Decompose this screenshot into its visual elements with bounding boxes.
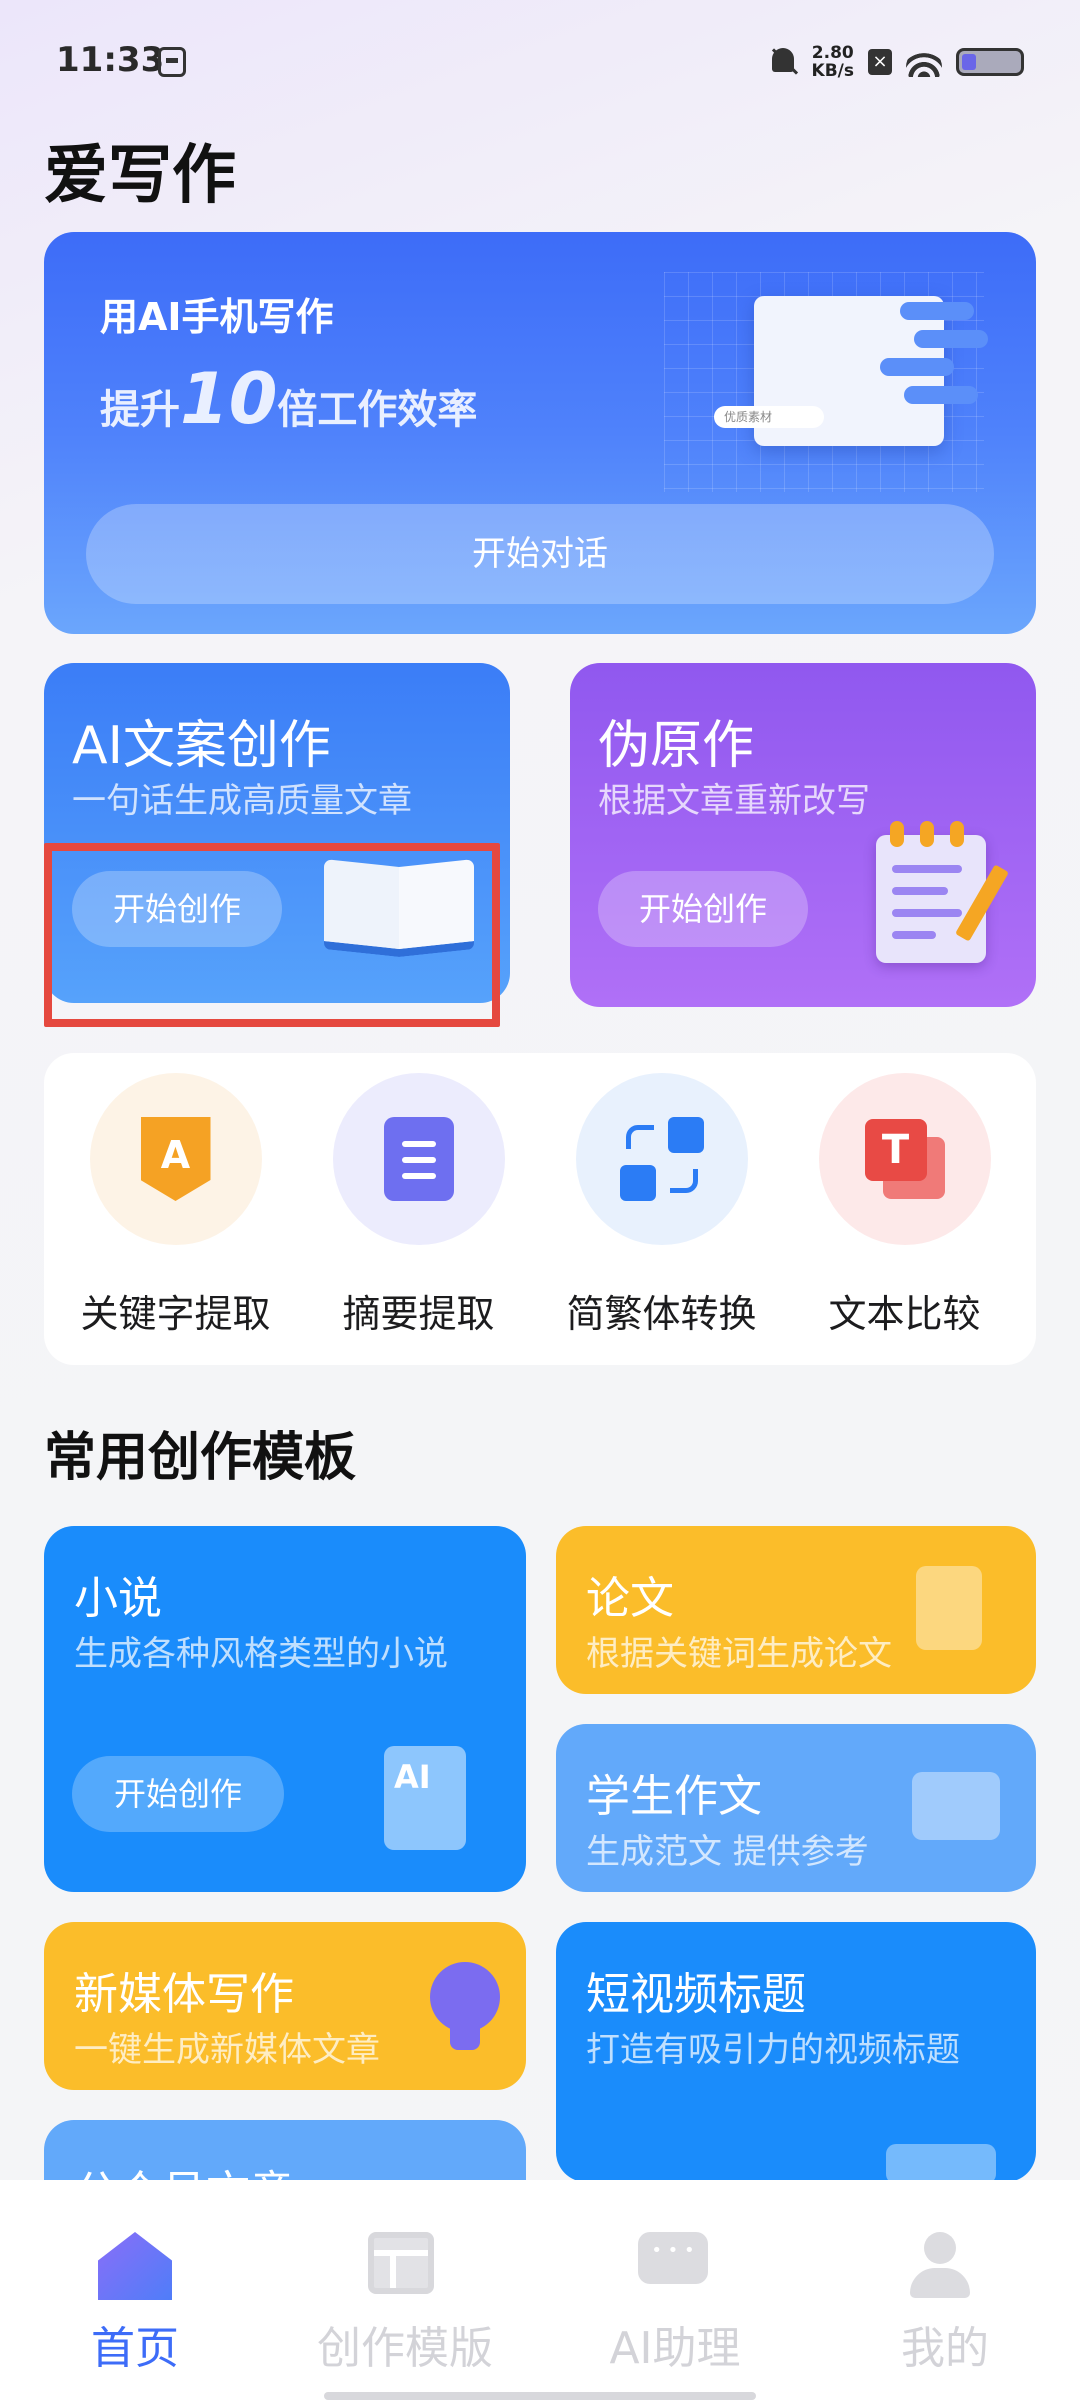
bell-off-icon <box>768 46 798 78</box>
template-title: 学生作文 <box>586 1771 762 1822</box>
tool-simplified-traditional[interactable]: 简繁体转换 <box>547 1073 777 1365</box>
hero-number: 10 <box>180 358 278 440</box>
template-subtitle: 生成范文 提供参考 <box>586 1832 869 1872</box>
bottom-nav: 首页 创作模版 AI助理 我的 <box>0 2180 1080 2408</box>
tool-label: 关键字提取 <box>80 1292 271 1336</box>
start-chat-button[interactable]: 开始对话 <box>86 504 994 604</box>
chat-icon <box>638 2232 708 2284</box>
compare-icon-circle: T <box>818 1073 991 1245</box>
section-title: 常用创作模板 <box>44 1428 357 1488</box>
summary-icon <box>383 1117 454 1201</box>
template-short-video[interactable]: 短视频标题 打造有吸引力的视频标题 <box>556 1922 1036 2182</box>
tool-label: 简繁体转换 <box>566 1292 757 1336</box>
card-subtitle: 根据文章重新改写 <box>598 781 870 821</box>
user-icon <box>908 2232 972 2300</box>
home-indicator[interactable] <box>324 2392 756 2400</box>
template-essay[interactable]: 学生作文 生成范文 提供参考 <box>556 1724 1036 1892</box>
net-speed-value: 2.80 <box>811 43 854 63</box>
video-icon <box>886 2144 996 2182</box>
card-title: 伪原作 <box>598 716 755 776</box>
card-subtitle: 一句话生成高质量文章 <box>72 781 412 821</box>
card-title: AI文案创作 <box>72 716 331 776</box>
summary-icon-circle <box>332 1073 505 1245</box>
template-subtitle: 根据关键词生成论文 <box>586 1634 892 1674</box>
hero-line2-prefix: 提升 <box>100 387 180 433</box>
start-create-button[interactable]: 开始创作 <box>72 1756 284 1832</box>
template-novel[interactable]: 小说 生成各种风格类型的小说 开始创作 AI <box>44 1526 526 1892</box>
nav-label: 创作模版 <box>317 2323 493 2374</box>
document-icon <box>916 1566 982 1650</box>
tool-text-compare[interactable]: T 文本比较 <box>790 1073 1020 1365</box>
keyword-icon: A <box>140 1117 211 1201</box>
app-title: 爱写作 <box>44 139 236 213</box>
tool-keyword-extract[interactable]: A 关键字提取 <box>61 1073 291 1365</box>
hero-chip <box>904 386 978 404</box>
template-title: 小说 <box>74 1573 162 1624</box>
template-paper[interactable]: 论文 根据关键词生成论文 <box>556 1526 1036 1694</box>
template-subtitle: 生成各种风格类型的小说 <box>74 1634 448 1674</box>
wifi-icon <box>906 47 942 77</box>
start-create-button[interactable]: 开始创作 <box>598 871 808 947</box>
tool-summary-extract[interactable]: 摘要提取 <box>304 1073 534 1365</box>
sim-card-icon <box>158 47 186 77</box>
tools-panel: A 关键字提取 摘要提取 简繁体转换 T 文本比较 <box>44 1053 1036 1365</box>
template-title: 新媒体写作 <box>74 1969 294 2020</box>
nav-label: 我的 <box>901 2323 989 2374</box>
template-subtitle: 一键生成新媒体文章 <box>74 2030 380 2070</box>
keyword-icon-circle: A <box>89 1073 262 1245</box>
hero-line2: 提升10倍工作效率 <box>100 358 477 440</box>
no-signal-icon: × <box>868 49 892 75</box>
template-new-media[interactable]: 新媒体写作 一键生成新媒体文章 <box>44 1922 526 2090</box>
highlight-box <box>44 843 500 1027</box>
nav-templates[interactable]: 创作模版 <box>270 2180 540 2408</box>
rewrite-card[interactable]: 伪原作 根据文章重新改写 开始创作 <box>570 663 1036 1007</box>
home-icon <box>98 2232 172 2300</box>
tool-label: 文本比较 <box>828 1292 981 1336</box>
nav-ai-assistant[interactable]: AI助理 <box>540 2180 810 2408</box>
nav-label: AI助理 <box>609 2323 741 2374</box>
nav-home[interactable]: 首页 <box>0 2180 270 2408</box>
nav-label: 首页 <box>91 2323 179 2374</box>
status-time: 11:33 <box>56 40 165 80</box>
hero-banner[interactable]: 用AI手机写作 提升10倍工作效率 优质素材 开始对话 <box>44 232 1036 634</box>
nav-profile[interactable]: 我的 <box>810 2180 1080 2408</box>
ai-pen-icon: AI <box>384 1746 466 1850</box>
hero-line1: 用AI手机写作 <box>100 295 334 339</box>
hero-search-illustration: 优质素材 <box>714 406 824 428</box>
compare-icon: T <box>864 1119 945 1199</box>
essay-icon <box>912 1772 1000 1840</box>
template-title: 论文 <box>586 1573 674 1624</box>
status-icons: 2.80 KB/s × <box>768 42 1024 82</box>
notepad-icon <box>876 821 986 963</box>
net-speed-unit: KB/s <box>811 61 854 81</box>
convert-icon <box>619 1117 704 1201</box>
hero-chip <box>880 358 954 376</box>
template-subtitle: 打造有吸引力的视频标题 <box>586 2030 960 2070</box>
hero-chip <box>900 302 974 320</box>
convert-icon-circle <box>575 1073 748 1245</box>
hero-line2-suffix: 倍工作效率 <box>277 387 478 433</box>
template-title: 短视频标题 <box>586 1969 806 2020</box>
network-speed: 2.80 KB/s <box>812 44 854 80</box>
hero-chip <box>914 330 988 348</box>
battery-icon <box>956 48 1024 76</box>
template-grid-icon <box>368 2232 434 2294</box>
tool-label: 摘要提取 <box>342 1292 495 1336</box>
lightbulb-icon <box>430 1962 500 2050</box>
